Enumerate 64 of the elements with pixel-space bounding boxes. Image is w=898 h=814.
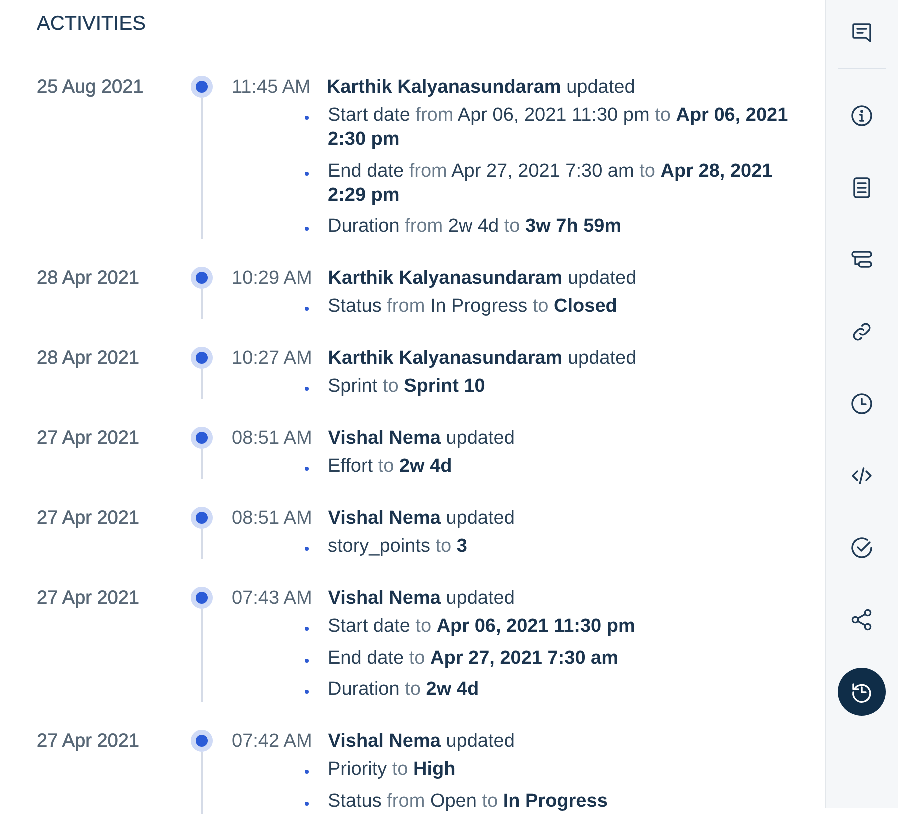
timeline-line xyxy=(201,529,203,559)
change-text: Effort to 2w 4d xyxy=(328,455,452,479)
change-text: Duration to 2w 4d xyxy=(328,678,480,702)
activity-date: 28 Apr 2021 xyxy=(37,347,140,371)
activity-summary: Vishal Nema updated xyxy=(328,587,515,611)
bullet-icon xyxy=(305,770,309,774)
activity-summary: Vishal Nema updated xyxy=(328,507,515,531)
activity-summary: Karthik Kalyanasundaram updated xyxy=(328,267,637,291)
bullet-icon xyxy=(305,387,309,391)
comment-icon xyxy=(850,21,874,45)
timeline-dot-icon xyxy=(191,76,213,98)
bullet-icon xyxy=(305,227,309,231)
change-text: story_points to 3 xyxy=(328,535,468,559)
check-circle-icon xyxy=(850,536,874,560)
timeline-dot-icon xyxy=(191,507,213,529)
change-text: Start date from Apr 06, 2021 11:30 pm to Apr 06, 2021 2:30 pm xyxy=(328,104,790,152)
bullet-icon xyxy=(305,467,309,471)
timeline-dot-icon xyxy=(191,427,213,449)
share-icon xyxy=(850,608,874,632)
bullet-icon xyxy=(305,116,309,120)
timeline-line xyxy=(201,289,203,319)
timeline-line xyxy=(201,752,203,814)
activity-time: 07:43 AM xyxy=(232,587,312,611)
timeline-line xyxy=(201,369,203,399)
activity-time: 08:51 AM xyxy=(232,427,312,451)
activity-date: 28 Apr 2021 xyxy=(37,267,140,291)
change-text: Duration from 2w 4d to 3w 7h 59m xyxy=(328,215,622,239)
bullet-icon xyxy=(305,172,309,176)
bullet-icon xyxy=(305,658,309,662)
activity-summary: Karthik Kalyanasundaram updated xyxy=(326,76,636,100)
change-text: Sprint to Sprint 10 xyxy=(328,375,486,399)
history-button[interactable] xyxy=(838,668,886,716)
activity-date: 25 Aug 2021 xyxy=(37,76,144,100)
change-text: Status from In Progress to Closed xyxy=(328,295,618,319)
timeline-dot-icon xyxy=(191,347,213,369)
activity-date: 27 Apr 2021 xyxy=(37,587,140,611)
activity-date: 27 Apr 2021 xyxy=(37,507,140,531)
activity-time: 10:27 AM xyxy=(232,347,312,371)
bullet-icon xyxy=(305,307,309,311)
bullet-icon xyxy=(305,802,309,806)
activity-summary: Vishal Nema updated xyxy=(328,730,515,754)
activity-time: 07:42 AM xyxy=(232,730,312,754)
timeline-line xyxy=(201,449,203,479)
bullet-icon xyxy=(305,547,309,551)
activity-date: 27 Apr 2021 xyxy=(37,730,140,754)
bullet-icon xyxy=(305,690,309,694)
section-title: ACTIVITIES xyxy=(37,12,146,36)
change-text: Status from Open to In Progress xyxy=(328,790,608,814)
change-text: Start date to Apr 06, 2021 11:30 pm xyxy=(328,615,636,639)
activity-summary: Karthik Kalyanasundaram updated xyxy=(328,347,637,371)
info-icon xyxy=(850,104,874,128)
change-text: End date from Apr 27, 2021 7:30 am to Apr 28, 2021 2:29 pm xyxy=(328,160,774,208)
activity-time: 11:45 AM xyxy=(232,76,311,100)
change-text: End date to Apr 27, 2021 7:30 am xyxy=(328,646,619,670)
timeline-dot-icon xyxy=(191,587,213,609)
activity-time: 08:51 AM xyxy=(232,507,312,531)
bullet-icon xyxy=(305,627,309,631)
activity-summary: Vishal Nema updated xyxy=(328,427,515,451)
activity-date: 27 Apr 2021 xyxy=(37,427,140,451)
change-text: Priority to High xyxy=(328,758,456,782)
activity-time: 10:29 AM xyxy=(232,267,312,291)
clock-icon xyxy=(850,392,874,416)
timeline-dot-icon xyxy=(191,267,213,289)
timeline-dot-icon xyxy=(191,730,213,752)
